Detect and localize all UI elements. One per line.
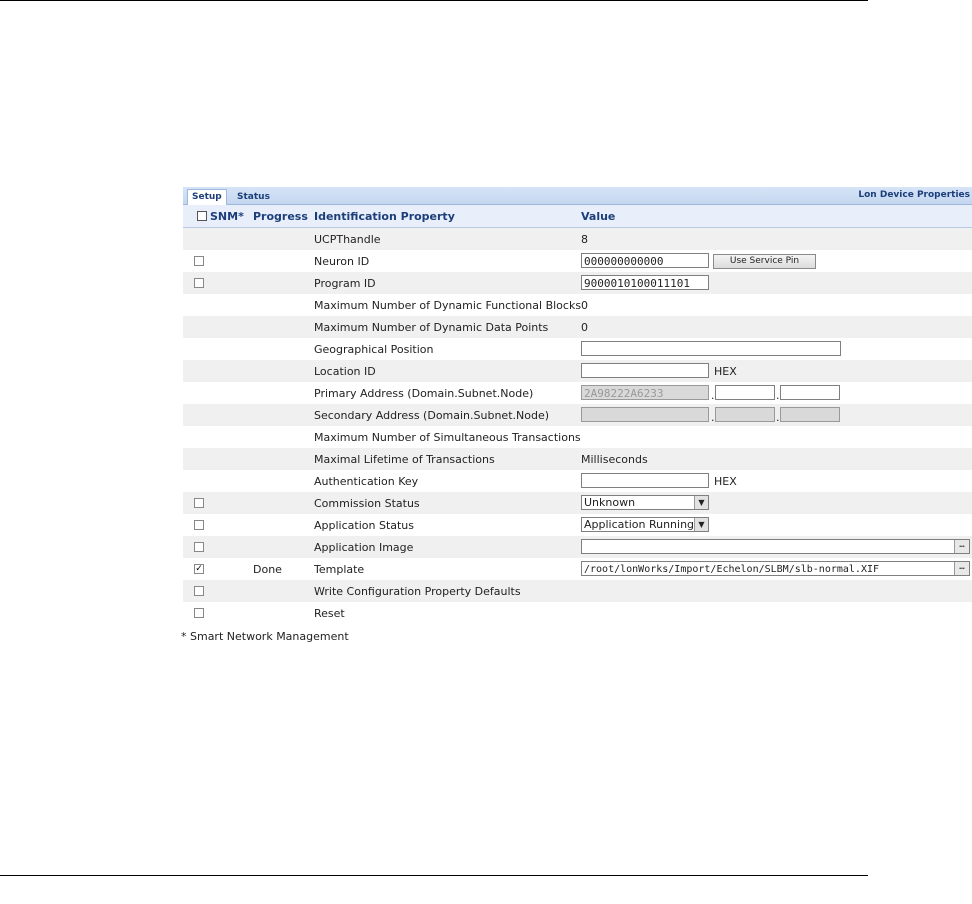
table-row: Maximum Number of Dynamic Data Points 0 — [183, 316, 972, 338]
select-value: Unknown — [584, 496, 636, 509]
hex-suffix: HEX — [714, 365, 737, 378]
property-header: Identification Property — [314, 210, 455, 223]
table-row: Maximum Number of Dynamic Functional Blo… — [183, 294, 972, 316]
table-row: Application Image … — [183, 536, 972, 558]
template-file-input[interactable]: /root/lonWorks/Import/Echelon/SLBM/slb-n… — [581, 561, 970, 576]
hex-suffix: HEX — [714, 475, 737, 488]
location-id-input[interactable] — [581, 363, 709, 378]
value-header: Value — [581, 210, 616, 223]
tab-bar: Setup Status Lon Device Properties — [183, 187, 972, 205]
property-label: Template — [314, 563, 365, 576]
primary-node-input[interactable] — [780, 385, 840, 400]
table-row: Program ID 9000010100011101 — [183, 272, 972, 294]
progress-status: Done — [253, 563, 282, 576]
property-label: Commission Status — [314, 497, 420, 510]
snm-select-all-checkbox[interactable] — [197, 211, 207, 221]
reset-checkbox[interactable] — [194, 608, 204, 618]
chevron-down-icon[interactable]: ▼ — [694, 518, 708, 531]
application-status-checkbox[interactable] — [194, 520, 204, 530]
property-value: 0 — [581, 299, 588, 312]
address-separator: . — [776, 389, 780, 402]
application-status-select[interactable]: Application Running ▼ — [581, 517, 709, 532]
neuron-id-checkbox[interactable] — [194, 256, 204, 266]
use-service-pin-button[interactable]: Use Service Pin — [713, 254, 816, 269]
table-header: SNM* Progress Identification Property Va… — [183, 205, 972, 228]
snm-header: SNM* — [210, 210, 244, 223]
property-label: Location ID — [314, 365, 376, 378]
property-value: Milliseconds — [581, 453, 648, 466]
table-row: Reset — [183, 602, 972, 624]
lon-device-properties-panel: Setup Status Lon Device Properties SNM* … — [183, 187, 972, 624]
tab-status[interactable]: Status — [233, 190, 274, 204]
template-checkbox[interactable]: ✓ — [194, 564, 204, 574]
property-value: 0 — [581, 321, 588, 334]
chevron-down-icon[interactable]: ▼ — [694, 496, 708, 509]
property-label: UCPThandle — [314, 233, 381, 246]
write-defaults-checkbox[interactable] — [194, 586, 204, 596]
secondary-domain-input[interactable] — [581, 407, 709, 422]
property-label: Maximum Number of Dynamic Data Points — [314, 321, 549, 334]
select-value: Application Running — [584, 518, 695, 531]
authentication-key-input[interactable] — [581, 473, 709, 488]
property-label: Primary Address (Domain.Subnet.Node) — [314, 387, 534, 400]
ellipsis-icon[interactable]: … — [954, 562, 969, 575]
property-label: Neuron ID — [314, 255, 370, 268]
table-row: Primary Address (Domain.Subnet.Node) 2A9… — [183, 382, 972, 404]
table-row: Write Configuration Property Defaults — [183, 580, 972, 602]
property-label: Application Image — [314, 541, 414, 554]
table-row: Commission Status Unknown ▼ — [183, 492, 972, 514]
address-separator: . — [776, 411, 780, 424]
table-row: Neuron ID 000000000000 Use Service Pin — [183, 250, 972, 272]
geographical-position-input[interactable] — [581, 341, 841, 356]
property-label: Secondary Address (Domain.Subnet.Node) — [314, 409, 550, 422]
property-label: Geographical Position — [314, 343, 434, 356]
property-label: Maximum Number of Dynamic Functional Blo… — [314, 299, 582, 312]
property-label: Maximal Lifetime of Transactions — [314, 453, 495, 466]
primary-domain-input[interactable]: 2A98222A6233 — [581, 385, 709, 400]
top-rule — [0, 0, 868, 1]
neuron-id-input[interactable]: 000000000000 — [581, 253, 709, 268]
secondary-subnet-input[interactable] — [715, 407, 775, 422]
bottom-rule — [0, 875, 868, 876]
commission-status-select[interactable]: Unknown ▼ — [581, 495, 709, 510]
property-label: Reset — [314, 607, 345, 620]
commission-status-checkbox[interactable] — [194, 498, 204, 508]
program-id-checkbox[interactable] — [194, 278, 204, 288]
property-label: Write Configuration Property Defaults — [314, 585, 521, 598]
progress-header: Progress — [253, 210, 308, 223]
table-row: Location ID HEX — [183, 360, 972, 382]
property-label: Application Status — [314, 519, 415, 532]
property-label: Authentication Key — [314, 475, 419, 488]
property-label: Program ID — [314, 277, 376, 290]
table-row: Geographical Position — [183, 338, 972, 360]
address-separator: . — [711, 411, 715, 424]
table-row: Authentication Key HEX — [183, 470, 972, 492]
property-label: Maximum Number of Simultaneous Transacti… — [314, 431, 581, 444]
program-id-input[interactable]: 9000010100011101 — [581, 275, 709, 290]
file-path: /root/lonWorks/Import/Echelon/SLBM/slb-n… — [584, 564, 880, 575]
table-row: Secondary Address (Domain.Subnet.Node) .… — [183, 404, 972, 426]
table-row: Application Status Application Running ▼ — [183, 514, 972, 536]
application-image-input[interactable]: … — [581, 539, 970, 554]
secondary-node-input[interactable] — [780, 407, 840, 422]
panel-title: Lon Device Properties — [858, 190, 970, 200]
table-row: ✓ Done Template /root/lonWorks/Import/Ec… — [183, 558, 972, 580]
tab-setup[interactable]: Setup — [187, 189, 227, 205]
table-row: Maximal Lifetime of Transactions Millise… — [183, 448, 972, 470]
property-value: 8 — [581, 233, 588, 246]
table-row: Maximum Number of Simultaneous Transacti… — [183, 426, 972, 448]
application-image-checkbox[interactable] — [194, 542, 204, 552]
address-separator: . — [711, 389, 715, 402]
table-row: UCPThandle 8 — [183, 228, 972, 250]
footnote: * Smart Network Management — [181, 630, 349, 643]
primary-subnet-input[interactable] — [715, 385, 775, 400]
ellipsis-icon[interactable]: … — [954, 540, 969, 553]
